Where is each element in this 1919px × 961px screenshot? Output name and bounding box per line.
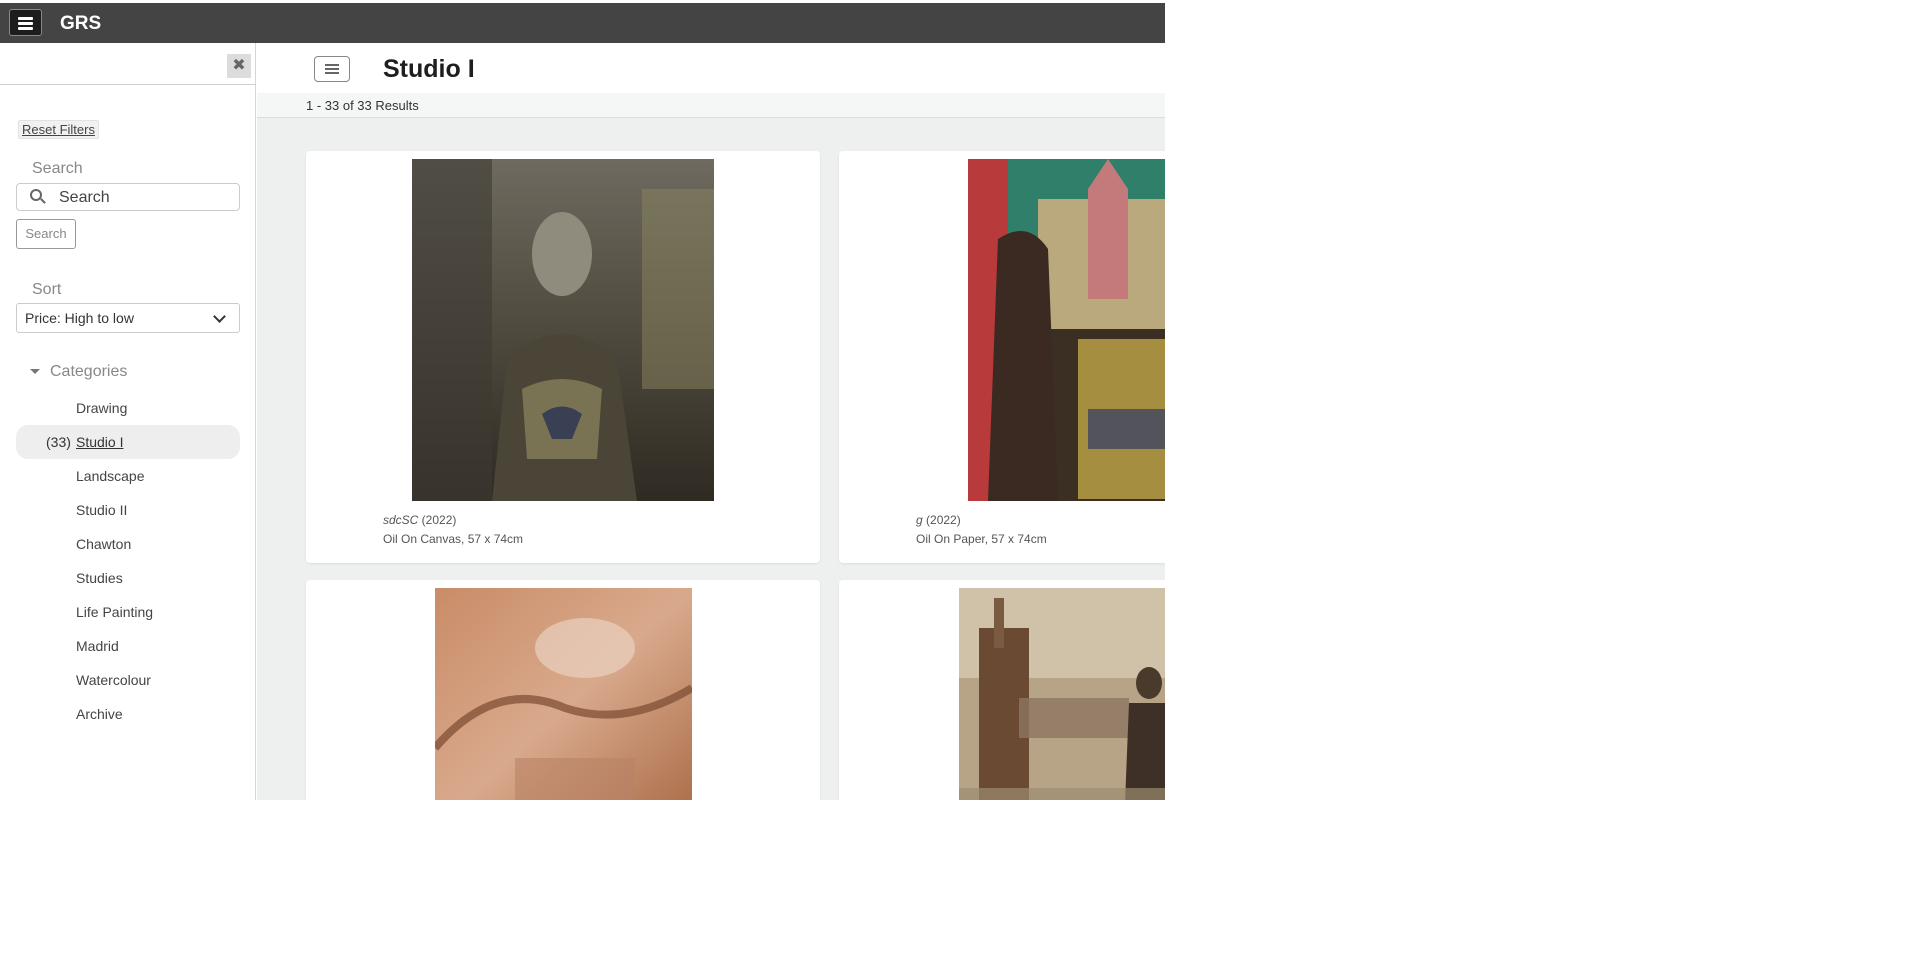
category-label: Chawton: [76, 536, 132, 552]
category-item-studio-ii[interactable]: Studio II: [16, 493, 240, 527]
search-field[interactable]: [16, 183, 240, 211]
category-label: Watercolour: [76, 672, 151, 688]
toggle-sidebar-button[interactable]: [314, 56, 350, 82]
category-label: Drawing: [76, 400, 128, 416]
search-input[interactable]: [57, 186, 231, 210]
artwork-year: (2022): [922, 513, 961, 527]
artwork-title[interactable]: sdcSC: [383, 513, 418, 527]
category-item-drawing[interactable]: Drawing: [16, 391, 240, 425]
artwork-image[interactable]: [412, 159, 714, 501]
category-item-studies[interactable]: Studies: [16, 561, 240, 595]
hamburger-icon: [18, 17, 33, 20]
category-item-watercolour[interactable]: Watercolour: [16, 663, 240, 697]
category-item-life-painting[interactable]: Life Painting: [16, 595, 240, 629]
hamburger-menu-button[interactable]: [9, 9, 42, 36]
chevron-down-icon: [213, 310, 226, 323]
artwork-caption: g (2022) Oil On Paper, 57 x 74cm: [916, 511, 1047, 549]
artwork-image[interactable]: [435, 588, 692, 800]
brand-logo[interactable]: GRS: [60, 13, 101, 35]
artwork-year: (2022): [418, 513, 457, 527]
results-bar: 1 - 33 of 33 Results: [257, 93, 1165, 118]
search-icon: [30, 189, 42, 201]
category-item-archive[interactable]: Archive: [16, 697, 240, 731]
page-title: Studio I: [383, 55, 475, 83]
search-label: Search: [32, 160, 83, 177]
category-item-landscape[interactable]: Landscape: [16, 459, 240, 493]
caret-down-icon: [30, 369, 40, 375]
category-label: Studio II: [76, 502, 128, 518]
artwork-caption: sdcSC (2022) Oil On Canvas, 57 x 74cm: [383, 511, 523, 549]
reset-filters-button[interactable]: Reset Filters: [18, 120, 99, 139]
artwork-image[interactable]: [959, 588, 1165, 800]
category-item-chawton[interactable]: Chawton: [16, 527, 240, 561]
artwork-card[interactable]: sdcSC (2022) Oil On Canvas, 57 x 74cm: [306, 151, 820, 563]
sidebar-header: ✖: [0, 43, 256, 85]
hamburger-icon-bar: [18, 27, 33, 30]
results-count: 1 - 33 of 33 Results: [306, 98, 419, 113]
artwork-card[interactable]: [306, 580, 820, 800]
sort-select[interactable]: Price: High to low: [16, 303, 240, 333]
hamburger-icon-bar: [18, 22, 33, 25]
category-label: Madrid: [76, 638, 119, 654]
main-content: Studio I 1 - 33 of 33 Results sdcSC (202…: [257, 43, 1165, 800]
artwork-card[interactable]: [839, 580, 1165, 800]
category-list: Drawing (33) Studio I Landscape Studio I…: [16, 391, 240, 731]
sort-label: Sort: [32, 281, 62, 298]
artwork-details: Oil On Canvas, 57 x 74cm: [383, 532, 524, 546]
category-label: Studies: [76, 570, 123, 586]
close-sidebar-button[interactable]: ✖: [227, 54, 251, 78]
artwork-title[interactable]: g: [916, 513, 923, 527]
artwork-card[interactable]: g (2022) Oil On Paper, 57 x 74cm: [839, 151, 1165, 563]
category-label: Archive: [76, 706, 123, 722]
categories-toggle[interactable]: Categories: [30, 363, 127, 381]
page-header: Studio I: [257, 43, 1165, 93]
category-item-madrid[interactable]: Madrid: [16, 629, 240, 663]
category-item-studio-i[interactable]: (33) Studio I: [16, 425, 240, 459]
artwork-image[interactable]: [968, 159, 1165, 501]
app-window: GRS ✖ Reset Filters Search Search Sort P…: [0, 0, 1165, 800]
filter-sidebar: ✖ Reset Filters Search Search Sort Price…: [0, 43, 256, 800]
artwork-details: Oil On Paper, 57 x 74cm: [916, 532, 1047, 546]
category-label: Life Painting: [76, 604, 154, 620]
top-navbar: GRS: [0, 3, 1165, 43]
category-label: Landscape: [76, 468, 145, 484]
category-count: (33): [46, 434, 71, 450]
list-icon-bar: [325, 72, 339, 74]
list-icon-bar: [325, 68, 339, 70]
search-button[interactable]: Search: [16, 219, 76, 249]
category-label: Studio I: [76, 434, 124, 450]
list-icon: [325, 64, 339, 66]
categories-label: Categories: [50, 363, 128, 380]
sort-selected-value: Price: High to low: [25, 310, 134, 326]
